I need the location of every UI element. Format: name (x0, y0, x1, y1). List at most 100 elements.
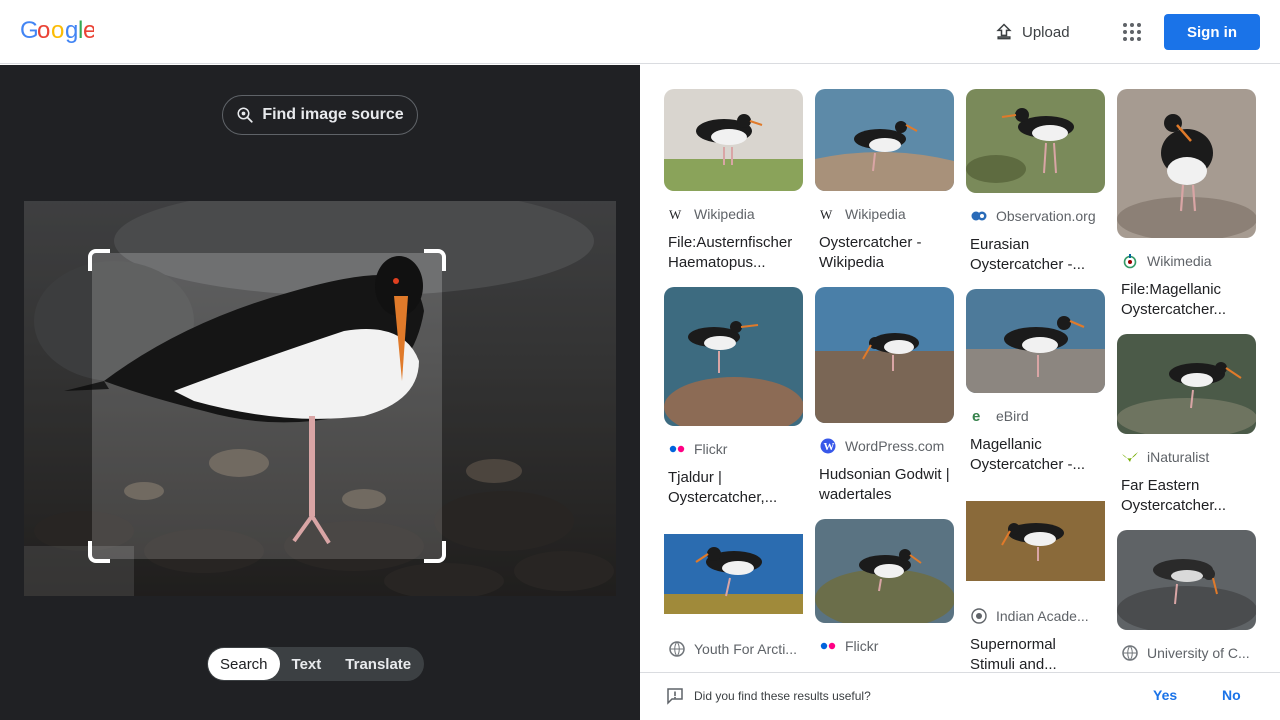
tab-translate[interactable]: Translate (333, 648, 423, 680)
upload-button[interactable]: Upload (986, 16, 1078, 48)
find-image-source-label: Find image source (262, 106, 404, 123)
find-image-source-button[interactable]: Find image source (222, 95, 418, 135)
result-title[interactable]: Far Eastern Oystercatcher... (1117, 476, 1256, 516)
result-source-label: Wikipedia (694, 206, 755, 222)
crop-handle-bottom-left[interactable] (88, 541, 110, 563)
wikipedia-icon: W (819, 205, 837, 223)
result-thumbnail (966, 489, 1105, 593)
result-source-label: Flickr (845, 638, 879, 654)
result-source-label: Wikipedia (845, 206, 906, 222)
result-source-label: Observation.org (996, 208, 1096, 224)
tab-search[interactable]: Search (208, 648, 280, 680)
globe-icon (1121, 644, 1139, 662)
svg-text:W: W (824, 441, 835, 453)
feedback-question: Did you find these results useful? (694, 689, 871, 703)
result-title[interactable]: File:Austernfischer Haematopus... (664, 233, 803, 273)
google-logo[interactable]: G o o g l e (20, 17, 97, 50)
visual-matches: W Wikipedia File:Austernfischer Haematop… (640, 65, 1280, 672)
svg-text:g: g (65, 17, 78, 43)
result-thumbnail (1117, 334, 1256, 434)
upload-label: Upload (1022, 23, 1070, 41)
result-thumbnail (1117, 530, 1256, 630)
result-source: Flickr (664, 440, 803, 458)
svg-text:e: e (972, 408, 980, 424)
inaturalist-icon (1121, 448, 1139, 466)
wikimedia-icon (1121, 252, 1139, 270)
result-thumbnail (815, 89, 954, 191)
svg-text:o: o (37, 17, 50, 43)
result-source: iNaturalist (1117, 448, 1256, 466)
result-card[interactable]: Flickr (815, 519, 954, 655)
result-card[interactable]: University of C... (1117, 530, 1256, 662)
feedback-yes-button[interactable]: Yes (1153, 687, 1177, 703)
result-card[interactable]: Observation.org Eurasian Oystercatcher -… (966, 89, 1105, 275)
results-column-4: Wikimedia File:Magellanic Oystercatcher.… (1117, 89, 1256, 672)
flickr-icon (819, 637, 837, 655)
result-source-label: WordPress.com (845, 438, 945, 454)
crop-handle-top-right[interactable] (424, 249, 446, 271)
result-source-label: Wikimedia (1147, 253, 1212, 269)
result-card[interactable]: Flickr Tjaldur | Oystercatcher,... (664, 287, 803, 508)
lens-mode-tabs: Search Text Translate (207, 647, 425, 681)
result-source-label: eBird (996, 408, 1029, 424)
flickr-icon (668, 440, 686, 458)
result-card[interactable]: W WordPress.com Hudsonian Godwit | wader… (815, 287, 954, 505)
query-panel: Find image source Search Text Translate (0, 65, 640, 720)
result-card[interactable]: Youth For Arcti... (664, 522, 803, 658)
result-source-label: Indian Acade... (996, 608, 1089, 624)
result-title[interactable]: Tjaldur | Oystercatcher,... (664, 468, 803, 508)
apps-grid-icon (1123, 23, 1141, 41)
wikipedia-icon: W (668, 205, 686, 223)
result-title[interactable]: Hudsonian Godwit | wadertales (815, 465, 954, 505)
result-thumbnail (966, 89, 1105, 193)
results-column-3: Observation.org Eurasian Oystercatcher -… (966, 89, 1105, 672)
result-thumbnail (664, 522, 803, 626)
globe-icon (668, 640, 686, 658)
tab-text[interactable]: Text (280, 648, 334, 680)
result-title[interactable]: Magellanic Oystercatcher -... (966, 435, 1105, 475)
lens-search-icon (237, 107, 253, 123)
crop-handle-bottom-right[interactable] (424, 541, 446, 563)
result-title[interactable]: Oystercatcher - Wikipedia (815, 233, 954, 273)
result-source-label: University of C... (1147, 645, 1250, 661)
result-source: University of C... (1117, 644, 1256, 662)
result-card[interactable]: iNaturalist Far Eastern Oystercatcher... (1117, 334, 1256, 516)
crop-handle-top-left[interactable] (88, 249, 110, 271)
result-title[interactable]: File:Magellanic Oystercatcher... (1117, 280, 1256, 320)
result-title[interactable]: Supernormal Stimuli and... (966, 635, 1105, 672)
result-thumbnail (815, 519, 954, 623)
result-source: Indian Acade... (966, 607, 1105, 625)
svg-text:G: G (20, 17, 38, 43)
result-source: W Wikipedia (815, 205, 954, 223)
svg-text:W: W (669, 208, 682, 220)
result-title[interactable]: Eurasian Oystercatcher -... (966, 235, 1105, 275)
feedback-no-button[interactable]: No (1222, 687, 1241, 703)
query-image[interactable] (24, 201, 616, 596)
result-source: W Wikipedia (664, 205, 803, 223)
feedback-icon (667, 688, 683, 705)
result-source: Flickr (815, 637, 954, 655)
result-source: Wikimedia (1117, 252, 1256, 270)
svg-text:o: o (51, 17, 64, 43)
result-source: W WordPress.com (815, 437, 954, 455)
results-column-1: W Wikipedia File:Austernfischer Haematop… (664, 89, 803, 672)
observation-icon (970, 207, 988, 225)
result-thumbnail (664, 89, 803, 191)
result-card[interactable]: Wikimedia File:Magellanic Oystercatcher.… (1117, 89, 1256, 320)
result-card[interactable]: e eBird Magellanic Oystercatcher -... (966, 289, 1105, 475)
svg-text:e: e (83, 17, 94, 43)
result-source: Observation.org (966, 207, 1105, 225)
result-source-label: Flickr (694, 441, 728, 457)
result-card[interactable]: W Wikipedia File:Austernfischer Haematop… (664, 89, 803, 273)
crop-selection[interactable] (88, 249, 446, 563)
top-bar: G o o g l e Upload Sign in (0, 0, 1280, 64)
result-source-label: iNaturalist (1147, 449, 1210, 465)
upload-icon (996, 23, 1012, 40)
sign-in-button[interactable]: Sign in (1164, 14, 1260, 50)
result-card[interactable]: Indian Acade... Supernormal Stimuli and.… (966, 489, 1105, 672)
result-card[interactable]: W Wikipedia Oystercatcher - Wikipedia (815, 89, 954, 273)
results-column-2: W Wikipedia Oystercatcher - Wikipedia W … (815, 89, 954, 669)
ebird-icon: e (970, 407, 988, 425)
google-apps-button[interactable] (1116, 16, 1148, 48)
wordpress-icon: W (819, 437, 837, 455)
